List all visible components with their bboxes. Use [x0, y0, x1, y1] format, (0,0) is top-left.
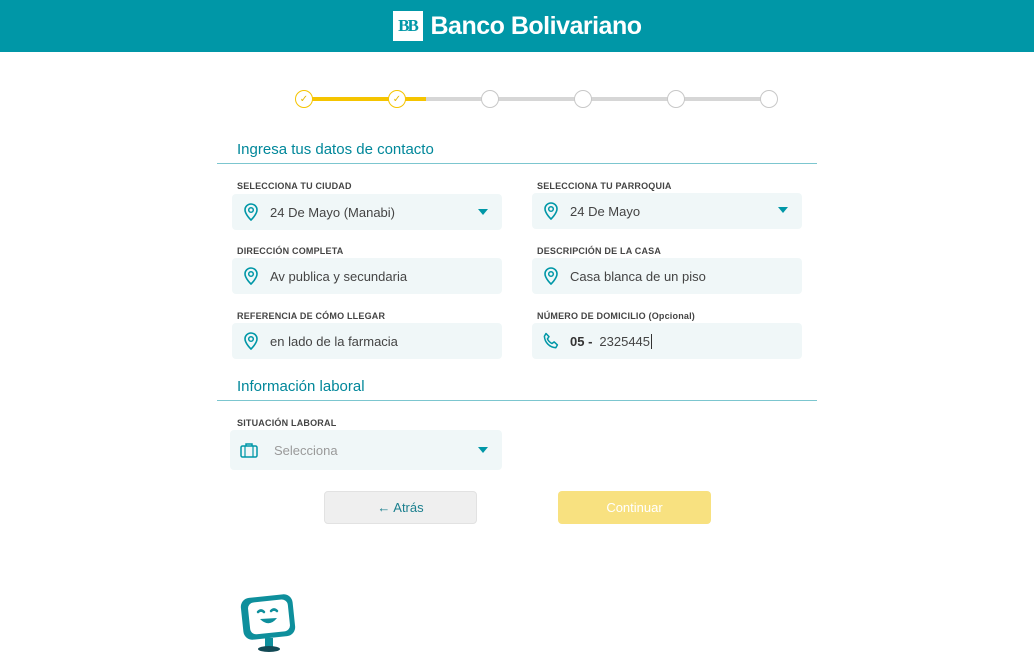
step-5	[667, 90, 685, 108]
phone-icon	[542, 331, 560, 351]
location-pin-icon	[242, 331, 260, 351]
city-select[interactable]: 24 De Mayo (Manabi)	[232, 194, 502, 230]
step-1-check-icon: ✓	[295, 90, 313, 108]
location-pin-icon	[542, 201, 560, 221]
phone-input[interactable]: 05 - 2325445	[532, 323, 802, 359]
address-input[interactable]: Av publica y secundaria	[232, 258, 502, 294]
chat-bot-icon[interactable]	[238, 590, 302, 654]
stepper-line-completed	[304, 97, 426, 101]
phone-value: 2325445	[599, 333, 651, 349]
stepper-line-pending	[426, 97, 769, 101]
brand-name: Banco Bolivariano	[430, 11, 643, 40]
location-pin-icon	[242, 266, 260, 286]
parish-select[interactable]: 24 De Mayo	[532, 193, 802, 229]
continue-button[interactable]: Continuar	[558, 491, 711, 524]
city-value: 24 De Mayo (Manabi)	[270, 204, 395, 220]
house-description-input[interactable]: Casa blanca de un piso	[532, 258, 802, 294]
reference-label: REFERENCIA DE CÓMO LLEGAR	[237, 311, 386, 321]
chevron-down-icon	[778, 207, 788, 213]
chevron-down-icon	[478, 447, 488, 453]
house-description-label: DESCRIPCIÓN DE LA CASA	[537, 246, 662, 256]
progress-stepper: ✓ ✓	[295, 90, 778, 108]
step-2-check-icon: ✓	[388, 90, 406, 108]
phone-label: NÚMERO DE DOMICILIO (Opcional)	[537, 311, 695, 321]
work-status-label: SITUACIÓN LABORAL	[237, 418, 337, 428]
reference-value: en lado de la farmacia	[270, 333, 398, 349]
location-pin-icon	[242, 202, 260, 222]
contact-section-title: Ingresa tus datos de contacto	[237, 141, 434, 158]
work-status-select[interactable]: Selecciona	[230, 430, 502, 470]
address-value: Av publica y secundaria	[270, 268, 408, 284]
reference-input[interactable]: en lado de la farmacia	[232, 323, 502, 359]
brand[interactable]: BB Banco Bolivariano	[392, 11, 643, 41]
contact-section-divider	[217, 163, 817, 164]
parish-value: 24 De Mayo	[570, 203, 641, 219]
top-bar: BB Banco Bolivariano	[0, 0, 1034, 52]
chevron-down-icon	[478, 209, 488, 215]
parish-label: SELECCIONA TU PARROQUIA	[537, 181, 672, 191]
address-label: DIRECCIÓN COMPLETA	[237, 246, 344, 256]
location-pin-icon	[542, 266, 560, 286]
step-3	[481, 90, 499, 108]
briefcase-icon	[240, 440, 258, 460]
work-section-divider	[217, 400, 817, 401]
work-status-placeholder: Selecciona	[274, 442, 338, 458]
step-6	[760, 90, 778, 108]
text-cursor	[651, 333, 653, 349]
bank-logo-icon: BB	[392, 11, 423, 41]
house-description-value: Casa blanca de un piso	[570, 268, 706, 284]
work-section-title: Información laboral	[237, 378, 365, 395]
city-label: SELECCIONA TU CIUDAD	[237, 181, 352, 191]
phone-prefix: 05 -	[570, 333, 593, 349]
back-button[interactable]: ← Atrás	[324, 491, 477, 524]
step-4	[574, 90, 592, 108]
